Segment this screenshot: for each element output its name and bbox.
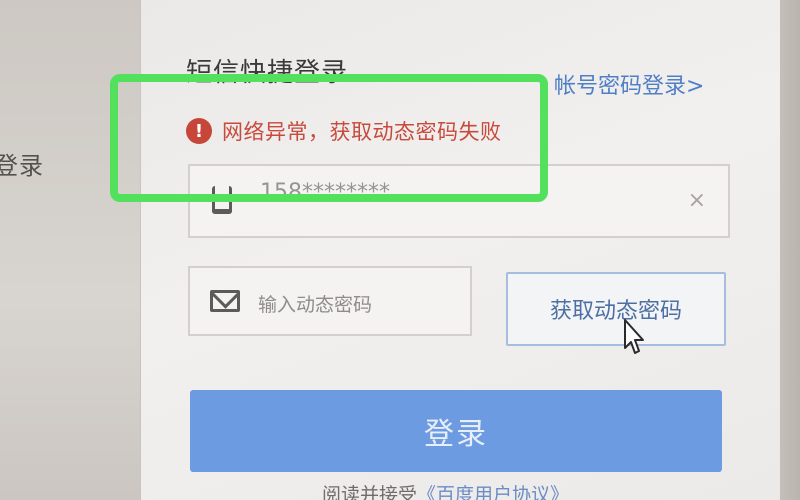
green-highlight-box	[110, 74, 548, 202]
mail-icon	[210, 290, 240, 312]
login-button[interactable]: 登录	[190, 390, 722, 472]
right-edge	[780, 0, 800, 500]
left-login-label: 登录	[0, 152, 44, 180]
dynamic-code-input[interactable]: 输入动态密码	[188, 266, 472, 336]
agreement-prefix: 阅读并接受	[322, 484, 418, 500]
mouse-cursor-icon	[624, 319, 644, 354]
get-dynamic-code-button[interactable]: 获取动态密码	[506, 272, 726, 346]
clear-icon[interactable]: ×	[688, 188, 706, 213]
code-placeholder: 输入动态密码	[258, 294, 373, 316]
user-agreement-link[interactable]: 《百度用户协议》	[417, 484, 569, 500]
agreement-text: 阅读并接受《百度用户协议》	[322, 480, 569, 500]
account-password-login-link[interactable]: 帐号密码登录>	[554, 68, 704, 100]
